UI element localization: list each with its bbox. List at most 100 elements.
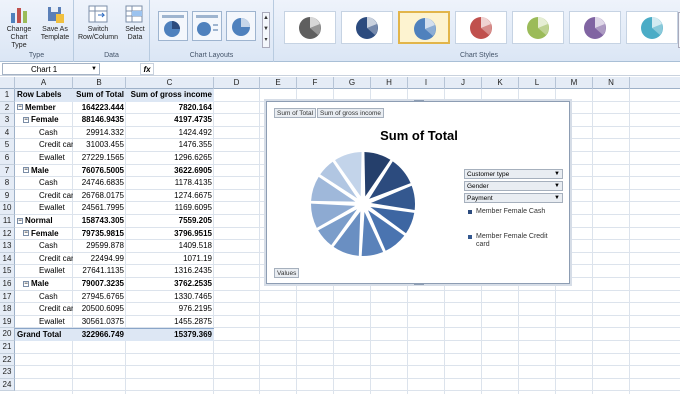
row-header-11[interactable]: 11 [0, 215, 15, 228]
pivot-cell-gross-income[interactable]: 976.2195 [126, 303, 214, 316]
chevron-down-icon[interactable]: ▼ [91, 64, 97, 75]
pivot-row-label[interactable]: − Member [15, 102, 73, 115]
pivot-cell-total[interactable]: 76076.5005 [73, 165, 126, 178]
pivot-cell-gross-income[interactable]: 1169.6095 [126, 202, 214, 215]
pivot-cell-gross-income[interactable]: 4197.4735 [126, 114, 214, 127]
pivot-row-label[interactable]: − Male [15, 278, 73, 291]
column-header-n[interactable]: N [593, 77, 630, 89]
column-header-m[interactable]: M [556, 77, 593, 89]
pivot-cell-gross-income[interactable]: 3622.6905 [126, 165, 214, 178]
column-header-g[interactable]: G [334, 77, 371, 89]
pivot-header-sum-of-total[interactable]: Sum of Total [73, 89, 126, 102]
pivot-cell-total[interactable]: 24561.7995 [73, 202, 126, 215]
column-header-j[interactable]: J [445, 77, 482, 89]
chart-style-5[interactable] [512, 11, 564, 44]
insert-function-button[interactable]: fx [140, 63, 154, 75]
pivot-row-label[interactable]: Credit card [15, 190, 73, 203]
pivot-cell-gross-income[interactable]: 1476.355 [126, 139, 214, 152]
pivot-row-label[interactable]: Credit card [15, 303, 73, 316]
row-header-21[interactable]: 21 [0, 341, 15, 354]
select-all-corner[interactable] [0, 77, 15, 89]
column-header-e[interactable]: E [260, 77, 297, 89]
row-header-9[interactable]: 9 [0, 189, 15, 203]
row-header-13[interactable]: 13 [0, 240, 15, 253]
column-header-l[interactable]: L [519, 77, 556, 89]
pivot-row-label[interactable]: Ewallet [15, 152, 73, 165]
pivot-cell-total[interactable]: 164223.444 [73, 102, 126, 115]
pivot-row-label[interactable]: − Female [15, 228, 73, 241]
pivot-header-sum-of-gross-income[interactable]: Sum of gross income [126, 89, 214, 102]
column-header-k[interactable]: K [482, 77, 519, 89]
pivot-row-label[interactable]: Ewallet [15, 316, 73, 329]
pivot-cell-total[interactable]: 27229.1565 [73, 152, 126, 165]
pivot-cell-total[interactable]: 29914.332 [73, 127, 126, 140]
chart-layout-1[interactable] [158, 11, 188, 41]
grand-total-gross-income[interactable]: 15379.369 [126, 328, 214, 341]
pivot-cell-gross-income[interactable]: 7820.164 [126, 102, 214, 115]
chart-style-1[interactable] [284, 11, 336, 44]
row-header-15[interactable]: 15 [0, 265, 15, 278]
pivot-row-label[interactable]: − Male [15, 165, 73, 178]
pivot-cell-total[interactable]: 24746.6835 [73, 177, 126, 190]
pivot-cell-total[interactable]: 79735.9815 [73, 228, 126, 241]
pivot-cell-gross-income[interactable]: 7559.205 [126, 215, 214, 228]
pivot-cell-gross-income[interactable]: 3762.2535 [126, 278, 214, 291]
pivot-chart[interactable]: Sum of Total Sum of gross income Sum of … [266, 100, 570, 285]
row-header-22[interactable]: 22 [0, 353, 15, 367]
values-button[interactable]: Values [274, 268, 300, 278]
pivot-row-label[interactable]: Ewallet [15, 202, 73, 215]
pivot-cell-gross-income[interactable]: 1316.2435 [126, 265, 214, 278]
pivot-row-label[interactable]: − Female [15, 114, 73, 127]
chart-style-7[interactable] [626, 11, 678, 44]
pivot-row-label[interactable]: Credit card [15, 139, 73, 152]
pivot-cell-gross-income[interactable]: 1178.4135 [126, 177, 214, 190]
filter-payment[interactable]: Payment ▼ [464, 193, 563, 203]
pivot-cell-gross-income[interactable]: 1455.2875 [126, 316, 214, 329]
row-header-1[interactable]: 1 [0, 89, 15, 102]
row-header-18[interactable]: 18 [0, 303, 15, 316]
column-header-b[interactable]: B [73, 77, 126, 89]
row-header-16[interactable]: 16 [0, 278, 15, 291]
row-header-3[interactable]: 3 [0, 114, 15, 127]
pivot-cell-total[interactable]: 31003.455 [73, 139, 126, 152]
row-header-2[interactable]: 2 [0, 101, 15, 115]
pivot-cell-total[interactable]: 20500.6095 [73, 303, 126, 316]
pivot-cell-gross-income[interactable]: 1330.7465 [126, 291, 214, 304]
row-header-7[interactable]: 7 [0, 164, 15, 178]
row-header-23[interactable]: 23 [0, 366, 15, 379]
row-header-17[interactable]: 17 [0, 290, 15, 304]
chevron-down-icon[interactable]: ▼ [554, 194, 560, 203]
collapse-toggle-icon[interactable]: − [17, 217, 23, 224]
select-data-button[interactable]: Select Data [122, 4, 148, 42]
chart-style-3[interactable] [398, 11, 450, 44]
row-header-5[interactable]: 5 [0, 139, 15, 152]
row-header-10[interactable]: 10 [0, 202, 15, 215]
row-header-8[interactable]: 8 [0, 177, 15, 190]
switch-row-column-button[interactable]: Switch Row/Column [76, 4, 120, 42]
column-header-a[interactable]: A [15, 77, 73, 89]
chart-style-4[interactable] [455, 11, 507, 44]
pivot-row-label[interactable]: Cash [15, 177, 73, 190]
pivot-cell-gross-income[interactable]: 1409.518 [126, 240, 214, 253]
collapse-toggle-icon[interactable]: − [23, 280, 29, 287]
grand-total-label[interactable]: Grand Total [15, 328, 73, 341]
row-header-14[interactable]: 14 [0, 252, 15, 266]
chart-layout-2[interactable] [192, 11, 222, 41]
pivot-cell-total[interactable]: 22494.99 [73, 253, 126, 266]
pivot-cell-total[interactable]: 27945.6765 [73, 291, 126, 304]
pivot-row-label[interactable]: Cash [15, 127, 73, 140]
pivot-cell-total[interactable]: 26768.0175 [73, 190, 126, 203]
pivot-cell-total[interactable]: 30561.0375 [73, 316, 126, 329]
column-header-i[interactable]: I [408, 77, 445, 89]
column-header-f[interactable]: F [297, 77, 334, 89]
name-box[interactable]: Chart 1 ▼ [2, 63, 100, 75]
pivot-cell-gross-income[interactable]: 1071.19 [126, 253, 214, 266]
pivot-cell-total[interactable]: 158743.305 [73, 215, 126, 228]
legend-item-member-female-cash[interactable]: Member Female Cash [468, 208, 563, 216]
pivot-cell-total[interactable]: 88146.9435 [73, 114, 126, 127]
pivot-row-label[interactable]: Ewallet [15, 265, 73, 278]
pivot-header-row-labels[interactable]: Row Labels [15, 89, 73, 102]
chart-layout-3[interactable] [226, 11, 256, 41]
pivot-cell-gross-income[interactable]: 1274.6675 [126, 190, 214, 203]
legend-item-member-female-credit-card[interactable]: Member Female Credit card [468, 233, 563, 249]
